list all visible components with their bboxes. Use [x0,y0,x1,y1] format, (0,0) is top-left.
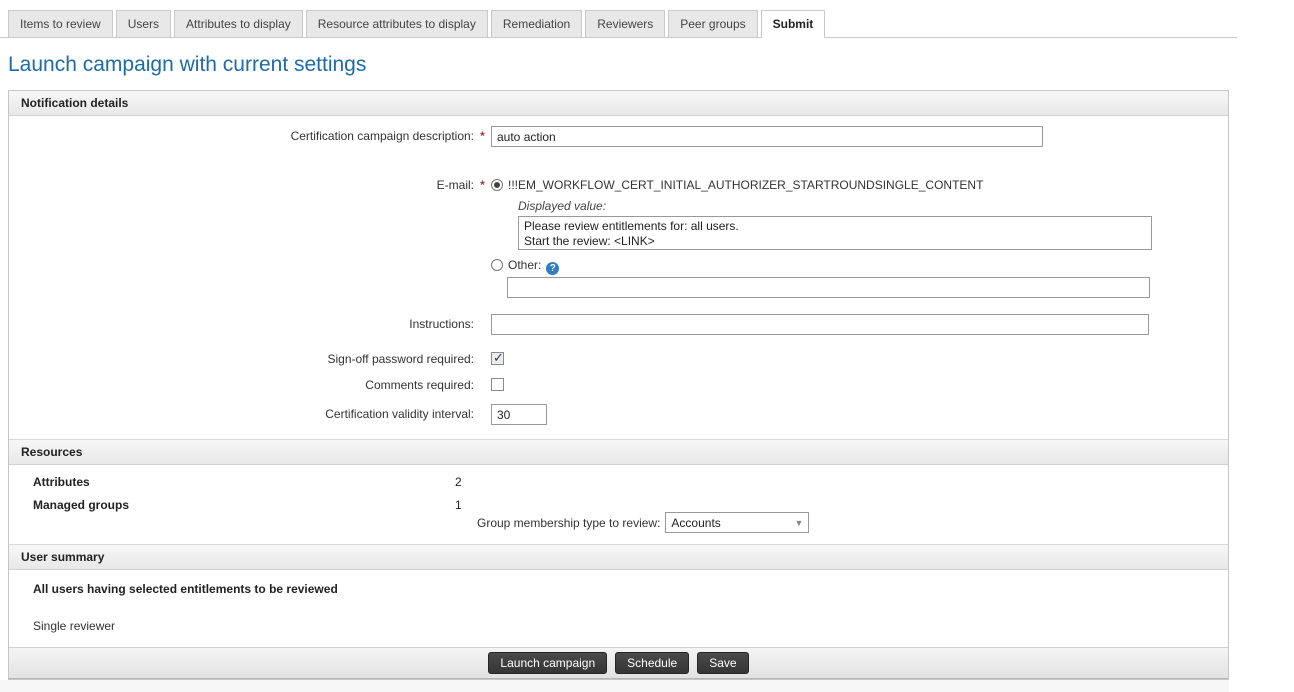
email-other-radio[interactable] [491,259,503,271]
tab-bar: Items to review Users Attributes to disp… [0,0,1237,38]
email-other-input[interactable] [507,277,1150,298]
email-label: E-mail: [9,173,474,192]
campaign-description-input[interactable] [491,126,1043,147]
instructions-row: Instructions: [9,312,1228,335]
instructions-input[interactable] [491,314,1149,335]
section-header-notification-details: Notification details [9,91,1228,116]
email-other-label: Other: [508,258,541,272]
tab-users[interactable]: Users [116,10,171,37]
group-membership-selected-value: Accounts [671,516,720,530]
comments-label: Comments required: [9,377,474,392]
email-template-radio[interactable] [491,179,503,191]
signoff-password-checkbox[interactable] [491,352,504,365]
user-summary-reviewer-text: Single reviewer [9,619,1228,633]
tab-remediation[interactable]: Remediation [491,10,582,37]
notification-details-section: Certification campaign description: * E-… [9,116,1228,439]
tab-reviewers[interactable]: Reviewers [585,10,665,37]
validity-interval-input[interactable] [491,404,547,425]
comments-required-checkbox[interactable] [491,378,504,391]
group-membership-select[interactable]: Accounts ▼ [665,512,809,533]
page: Items to review Users Attributes to disp… [0,0,1237,692]
email-other-option[interactable]: Other:? [491,258,1152,275]
user-summary-scope-text: All users having selected entitlements t… [9,582,1228,596]
displayed-value-textarea[interactable]: Please review entitlements for: all user… [518,216,1152,250]
section-header-resources: Resources [9,439,1228,465]
validity-label: Certification validity interval: [9,402,474,421]
tab-resource-attributes-to-display[interactable]: Resource attributes to display [306,10,488,37]
tab-peer-groups[interactable]: Peer groups [668,10,757,37]
email-row: E-mail: * !!!EM_WORKFLOW_CERT_INITIAL_AU… [9,173,1228,298]
validity-row: Certification validity interval: [9,402,1228,425]
resources-row-attributes: Attributes 2 [9,475,1228,489]
page-title: Launch campaign with current settings [8,53,1237,77]
instructions-label: Instructions: [9,312,474,331]
attributes-label: Attributes [9,475,455,489]
description-label: Certification campaign description: [9,124,474,143]
resources-section: Attributes 2 Managed groups 1 Group memb… [9,465,1228,544]
chevron-down-icon: ▼ [789,518,804,528]
group-membership-label: Group membership type to review: [477,516,660,530]
managed-groups-label: Managed groups [9,498,455,512]
email-template-label: !!!EM_WORKFLOW_CERT_INITIAL_AUTHORIZER_S… [508,178,983,192]
user-summary-section: All users having selected entitlements t… [9,570,1228,647]
tab-items-to-review[interactable]: Items to review [8,10,113,37]
managed-groups-count: 1 [455,498,462,512]
help-icon[interactable]: ? [546,262,559,275]
save-button[interactable]: Save [697,652,748,674]
signoff-label: Sign-off password required: [9,351,474,366]
launch-campaign-button[interactable]: Launch campaign [488,652,607,674]
email-template-option[interactable]: !!!EM_WORKFLOW_CERT_INITIAL_AUTHORIZER_S… [491,175,1152,192]
tab-attributes-to-display[interactable]: Attributes to display [174,10,303,37]
required-marker: * [474,124,491,143]
attributes-count: 2 [455,475,462,489]
page-background-strip [0,680,1229,692]
required-marker: * [474,173,491,192]
tab-submit[interactable]: Submit [761,10,826,38]
description-row: Certification campaign description: * [9,124,1228,147]
action-bar: Launch campaign Schedule Save [9,647,1228,679]
displayed-value-label: Displayed value: [518,199,1152,213]
group-membership-row: Group membership type to review: Account… [477,512,1228,533]
resources-row-managed-groups: Managed groups 1 [9,498,1228,512]
section-header-user-summary: User summary [9,544,1228,570]
comments-row: Comments required: [9,377,1228,394]
schedule-button[interactable]: Schedule [615,652,689,674]
signoff-row: Sign-off password required: [9,351,1228,368]
settings-panel: Notification details Certification campa… [8,90,1229,680]
